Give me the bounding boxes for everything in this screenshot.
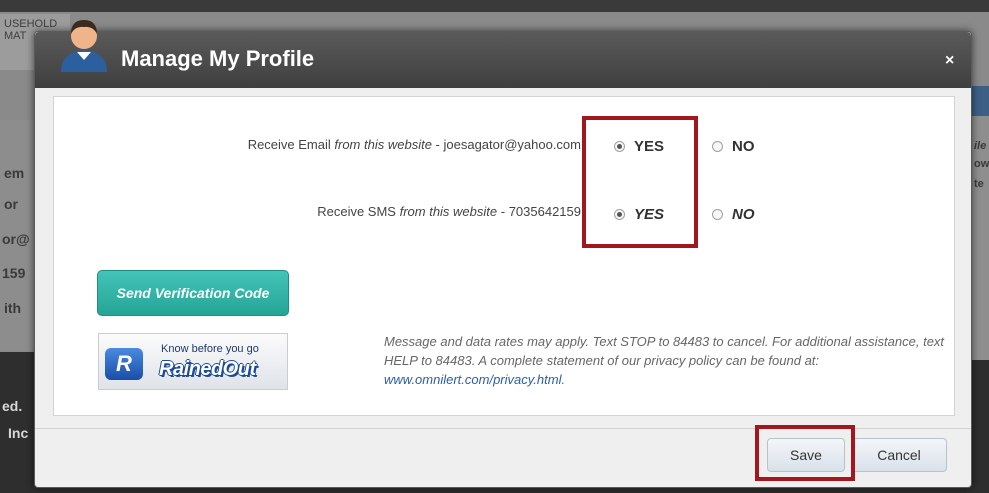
rainedout-brand: RainedOut [159, 358, 256, 380]
dialog-title: Manage My Profile [121, 46, 315, 71]
rainedout-logo-icon: R [105, 348, 143, 380]
sms-no-radio[interactable] [712, 209, 723, 220]
disclaimer-text: Message and data rates may apply. Text S… [384, 334, 945, 387]
sms-row-label: Receive SMS from this website - 70356421… [317, 204, 581, 219]
background-fragment: ith [4, 300, 22, 316]
save-highlight [755, 425, 855, 481]
user-avatar-icon [61, 20, 107, 72]
manage-profile-dialog: Manage My Profile × Receive Email from t… [34, 20, 972, 488]
send-verification-code-button[interactable]: Send Verification Code [97, 270, 289, 316]
dialog-content: Receive Email from this website - joesag… [53, 96, 955, 416]
email-no-radio[interactable] [712, 141, 723, 152]
background-fragment: ed. [2, 398, 23, 414]
background-right-column [970, 90, 989, 360]
background-fragment: ile [974, 140, 987, 152]
background-fragment: te [974, 178, 984, 190]
background-fragment: ow [974, 158, 989, 170]
email-no-label[interactable]: NO [732, 138, 755, 155]
background-fragment: or@ [2, 231, 30, 247]
rainedout-banner[interactable]: R Know before you go RainedOut [98, 333, 288, 390]
background-fragment: Inc [8, 425, 29, 441]
close-icon[interactable]: × [945, 52, 954, 70]
background-right-tab [970, 86, 989, 116]
background-fragment: 159 [2, 265, 26, 281]
background-fragment: em [4, 165, 25, 181]
background-topbar [0, 0, 989, 12]
privacy-policy-link[interactable]: www.omnilert.com/privacy.html [384, 372, 561, 387]
dialog-header: Manage My Profile × [35, 32, 971, 88]
rainedout-tagline: Know before you go [161, 343, 259, 355]
cancel-button[interactable]: Cancel [851, 438, 947, 472]
yes-options-highlight [582, 116, 698, 248]
background-fragment: or [4, 196, 18, 212]
sms-no-label[interactable]: NO [732, 206, 755, 223]
email-row-label: Receive Email from this website - joesag… [247, 137, 581, 152]
